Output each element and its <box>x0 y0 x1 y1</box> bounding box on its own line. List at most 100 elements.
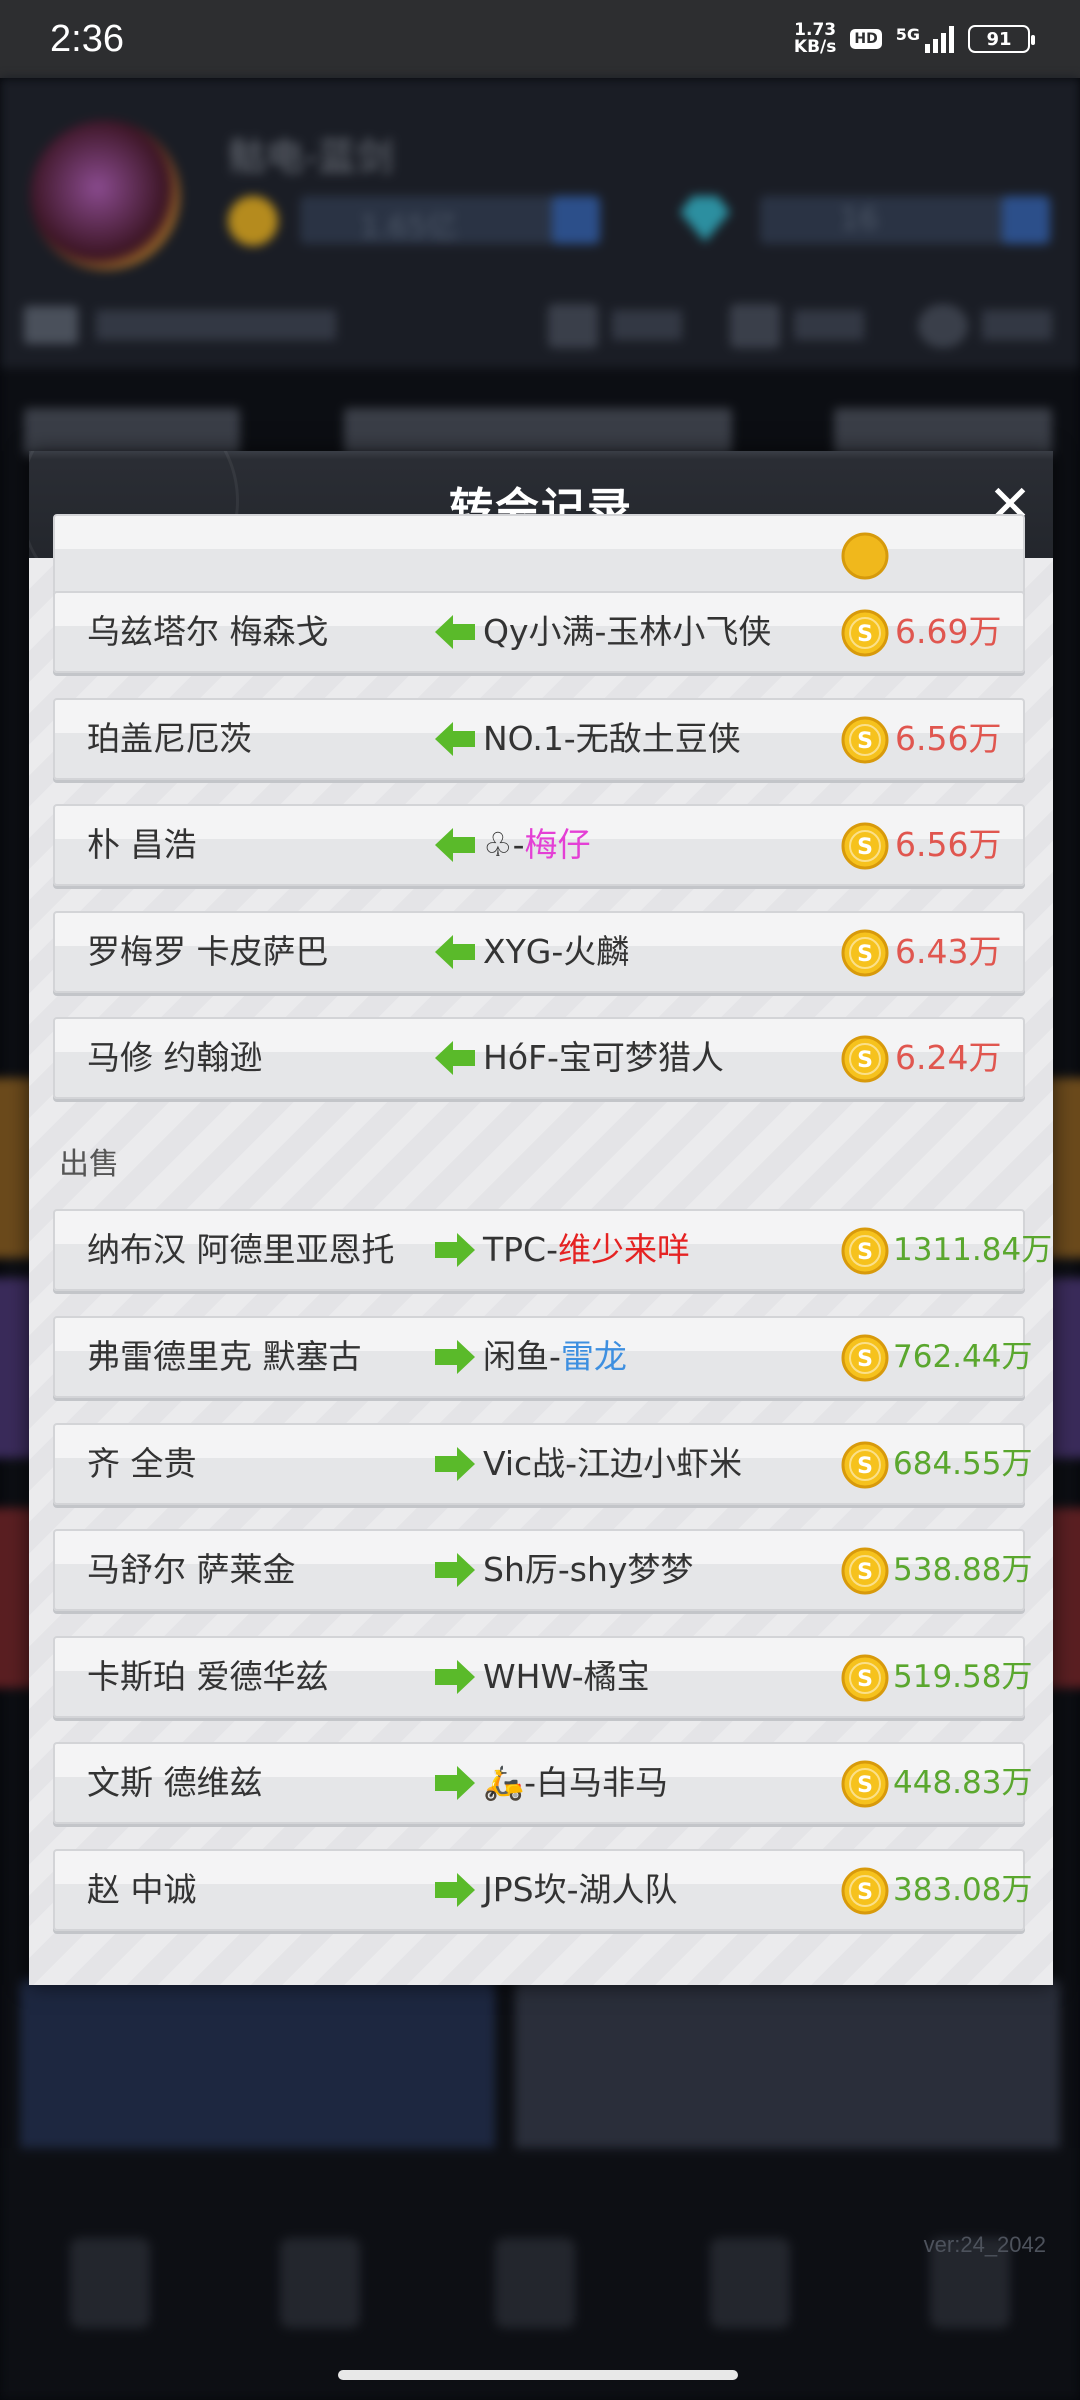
club-name: Vic战-江边小虾米 <box>483 1444 743 1483</box>
list-item-sell[interactable]: 文斯 德维兹 🛵-白马非马 S 448.83万 <box>53 1742 1032 1824</box>
background-header: 骷电-蓝剑 1.65亿 16 <box>0 78 1080 368</box>
transfer-price: 762.44万 <box>893 1339 1033 1375</box>
svg-text:S: S <box>857 1667 873 1692</box>
arrow-right-icon <box>435 1447 475 1481</box>
coin-icon: S <box>841 1035 889 1083</box>
arrow-right-icon <box>435 1340 475 1374</box>
svg-text:S: S <box>857 729 873 754</box>
transfer-price: 538.88万 <box>893 1552 1033 1588</box>
list-item-sell[interactable]: 卡斯珀 爱德华兹 WHW-橘宝 S 519.58万 <box>53 1636 1032 1718</box>
svg-text:S: S <box>857 1880 873 1905</box>
gem-balance-bar: 16 <box>760 196 1050 244</box>
club-name-highlight: 梅仔 <box>524 825 591 864</box>
coin-icon: S <box>841 1867 889 1915</box>
scooter-icon: 🛵 <box>483 1763 525 1802</box>
club-name: NO.1-无敌土豆侠 <box>483 719 741 758</box>
list-item-sell[interactable]: 马舒尔 萨莱金 Sh厉-shy梦梦 S 538.88万 <box>53 1529 1032 1611</box>
network-speed: 1.73 KB/s <box>793 20 837 57</box>
svg-text:S: S <box>857 1240 873 1265</box>
battery-icon: 91 <box>968 25 1035 53</box>
list-item-buy[interactable]: 珀盖尼厄茨 NO.1-无敌土豆侠 S 6.56万 <box>53 698 1025 780</box>
player-name: 珀盖尼厄茨 <box>87 719 252 758</box>
list-item-sell[interactable]: 赵 中诚 JPS坎-湖人队 S 383.08万 <box>53 1849 1032 1931</box>
coin-icon: S <box>841 1654 889 1702</box>
club-name: 闲鱼-雷龙 <box>483 1337 627 1376</box>
arrow-left-icon <box>435 828 475 862</box>
club-name: JPS坎-湖人队 <box>483 1870 678 1909</box>
svg-text:S: S <box>857 1454 873 1479</box>
coin-icon: S <box>841 716 889 764</box>
coin-icon: S <box>841 1760 889 1808</box>
svg-text:S: S <box>857 942 873 967</box>
transfer-price: 684.55万 <box>893 1446 1033 1482</box>
arrow-right-icon <box>435 1766 475 1800</box>
club-name-highlight: 雷龙 <box>560 1337 627 1376</box>
player-name: 齐 全贵 <box>87 1444 197 1483</box>
transfer-list[interactable]: 乌兹塔尔 梅森戈 Qy小满-玉林小飞侠 S 6.69万 珀盖尼厄茨 NO.1-无… <box>29 514 1053 1985</box>
list-item-sell[interactable]: 弗雷德里克 默塞古 闲鱼-雷龙 S 762.44万 <box>53 1316 1032 1398</box>
status-time: 2:36 <box>50 17 124 60</box>
coin-icon: S <box>841 1441 889 1489</box>
arrow-left-icon <box>435 615 475 649</box>
list-item-buy[interactable]: 马修 约翰逊 HóF-宝可梦猎人 S 6.24万 <box>53 1017 1025 1099</box>
team-logo <box>30 120 180 270</box>
transfer-price: 1311.84万 <box>893 1232 1053 1268</box>
svg-text:S: S <box>857 1048 873 1073</box>
svg-text:S: S <box>857 1773 873 1798</box>
status-icons: 1.73 KB/s HD 5G 91 <box>793 20 1035 57</box>
transfer-price: 519.58万 <box>893 1659 1033 1695</box>
club-name: Qy小满-玉林小飞侠 <box>483 612 772 651</box>
coin-icon: S <box>841 609 889 657</box>
arrow-left-icon <box>435 722 475 756</box>
club-name: ♧-梅仔 <box>483 825 591 864</box>
list-item-partial <box>53 514 1025 596</box>
arrow-right-icon <box>435 1660 475 1694</box>
transfer-price: 6.43万 <box>895 932 1002 971</box>
svg-text:S: S <box>857 1347 873 1372</box>
player-name: 卡斯珀 爱德华兹 <box>87 1657 329 1696</box>
list-item-buy[interactable]: 朴 昌浩 ♧-梅仔 S 6.56万 <box>53 804 1025 886</box>
arrow-left-icon <box>435 1041 475 1075</box>
club-name: WHW-橘宝 <box>483 1657 650 1696</box>
transfer-price: 6.24万 <box>895 1038 1002 1077</box>
player-name: 马修 约翰逊 <box>87 1038 263 1077</box>
arrow-right-icon <box>435 1873 475 1907</box>
transfer-price: 6.69万 <box>895 612 1002 651</box>
svg-text:S: S <box>857 835 873 860</box>
list-item-sell[interactable]: 齐 全贵 Vic战-江边小虾米 S 684.55万 <box>53 1423 1032 1505</box>
transfer-price: 383.08万 <box>893 1872 1033 1908</box>
coin-balance-bar: 1.65亿 <box>300 196 600 245</box>
club-name: XYG-火麟 <box>483 932 630 971</box>
background-bottom-nav <box>0 2148 1080 2400</box>
section-label-sell: 出售 <box>59 1147 119 1182</box>
gem-icon <box>680 196 730 242</box>
list-item-sell[interactable]: 纳布汉 阿德里亚恩托 TPC-维少来咩 S 1311.84万 <box>53 1209 1052 1291</box>
coin-icon <box>228 196 278 246</box>
background-nav-row <box>0 298 1080 358</box>
arrow-right-icon <box>435 1553 475 1587</box>
club-name: TPC-维少来咩 <box>483 1230 691 1269</box>
transfer-price: 448.83万 <box>893 1765 1033 1801</box>
player-name: 朴 昌浩 <box>87 825 197 864</box>
svg-text:S: S <box>857 622 873 647</box>
list-item-buy[interactable]: 乌兹塔尔 梅森戈 Qy小满-玉林小飞侠 S 6.69万 <box>53 591 1025 673</box>
player-name: 赵 中诚 <box>87 1870 197 1909</box>
arrow-right-icon <box>435 1233 475 1267</box>
coin-icon: S <box>841 929 889 977</box>
arrow-left-icon <box>435 935 475 969</box>
coin-icon <box>841 532 889 580</box>
signal-icon: 5G <box>896 25 954 53</box>
transfer-record-modal: 转会记录 ✕ 乌兹塔尔 梅森戈 Qy小满-玉林小飞侠 S 6.69万 珀盖尼厄茨… <box>29 451 1053 1985</box>
team-name: 骷电-蓝剑 <box>228 135 394 179</box>
player-name: 马舒尔 萨莱金 <box>87 1550 296 1589</box>
player-name: 罗梅罗 卡皮萨巴 <box>87 932 329 971</box>
status-bar: 2:36 1.73 KB/s HD 5G 91 <box>0 0 1080 78</box>
player-name: 文斯 德维兹 <box>87 1763 263 1802</box>
transfer-price: 6.56万 <box>895 719 1002 758</box>
coin-icon: S <box>841 822 889 870</box>
club-name: HóF-宝可梦猎人 <box>483 1038 724 1077</box>
home-indicator[interactable] <box>338 2370 738 2380</box>
list-item-buy[interactable]: 罗梅罗 卡皮萨巴 XYG-火麟 S 6.43万 <box>53 911 1025 993</box>
player-name: 纳布汉 阿德里亚恩托 <box>87 1230 395 1269</box>
player-name: 弗雷德里克 默塞古 <box>87 1337 362 1376</box>
